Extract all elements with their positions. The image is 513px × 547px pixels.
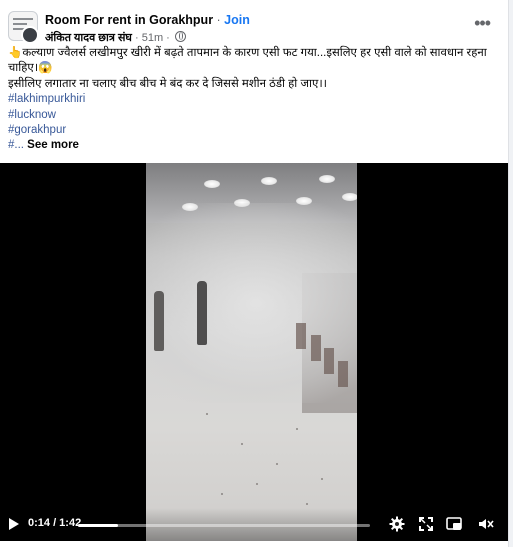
post-card: Room For rent in Gorakhpur · Join अंकित …	[0, 0, 509, 547]
hashtag-lucknow[interactable]: #lucknow	[8, 108, 500, 123]
post-text-line-1: 👆कल्याण ज्वैलर्स लखीमपुर खीरी में बढ़ते …	[8, 47, 487, 75]
separator: ·	[213, 13, 225, 27]
progress-fill	[78, 524, 118, 527]
post-meta: अंकित यादव छात्र संघ · 51m ·	[45, 30, 186, 45]
avatar[interactable]	[21, 26, 39, 44]
truncated-hashtag[interactable]: #...	[8, 139, 24, 151]
post-time[interactable]: 51m	[142, 32, 163, 44]
time-display: 0:14 / 1:42	[28, 517, 82, 529]
volume-muted-icon[interactable]	[478, 516, 494, 532]
meta-separator: ·	[134, 32, 142, 44]
progress-bar[interactable]	[78, 524, 370, 527]
video-controls: 0:14 / 1:42	[0, 508, 508, 541]
meta-separator-2: ·	[166, 32, 173, 44]
see-more-link[interactable]: See more	[24, 139, 79, 151]
author-name[interactable]: अंकित यादव छात्र संघ	[45, 32, 132, 44]
post-text-line-2: इसीलिए लगातार ना चलाए बीच बीच मे बंद कर …	[8, 77, 328, 90]
see-more-row: #... See more	[8, 138, 500, 153]
video-player[interactable]: 0:14 / 1:42	[0, 163, 508, 541]
globe-icon	[174, 31, 186, 42]
post-header: Room For rent in Gorakhpur · Join अंकित …	[0, 0, 508, 44]
settings-gear-icon[interactable]	[389, 516, 405, 532]
group-title: Room For rent in Gorakhpur · Join	[45, 13, 250, 27]
fullscreen-icon[interactable]	[418, 516, 434, 532]
video-frame	[146, 163, 357, 541]
picture-in-picture-icon[interactable]	[446, 516, 462, 532]
post-body: 👆कल्याण ज्वैलर्स लखीमपुर खीरी में बढ़ते …	[8, 46, 500, 154]
group-name-link[interactable]: Room For rent in Gorakhpur	[45, 13, 213, 27]
play-icon[interactable]	[9, 518, 19, 530]
hashtag-lakhimpurkhiri[interactable]: #lakhimpurkhiri	[8, 92, 500, 107]
more-horizontal-icon[interactable]: •••	[474, 14, 491, 32]
hashtag-gorakhpur[interactable]: #gorakhpur	[8, 123, 500, 138]
join-button[interactable]: Join	[224, 13, 250, 27]
person-center	[197, 281, 207, 345]
person-left	[154, 291, 164, 351]
